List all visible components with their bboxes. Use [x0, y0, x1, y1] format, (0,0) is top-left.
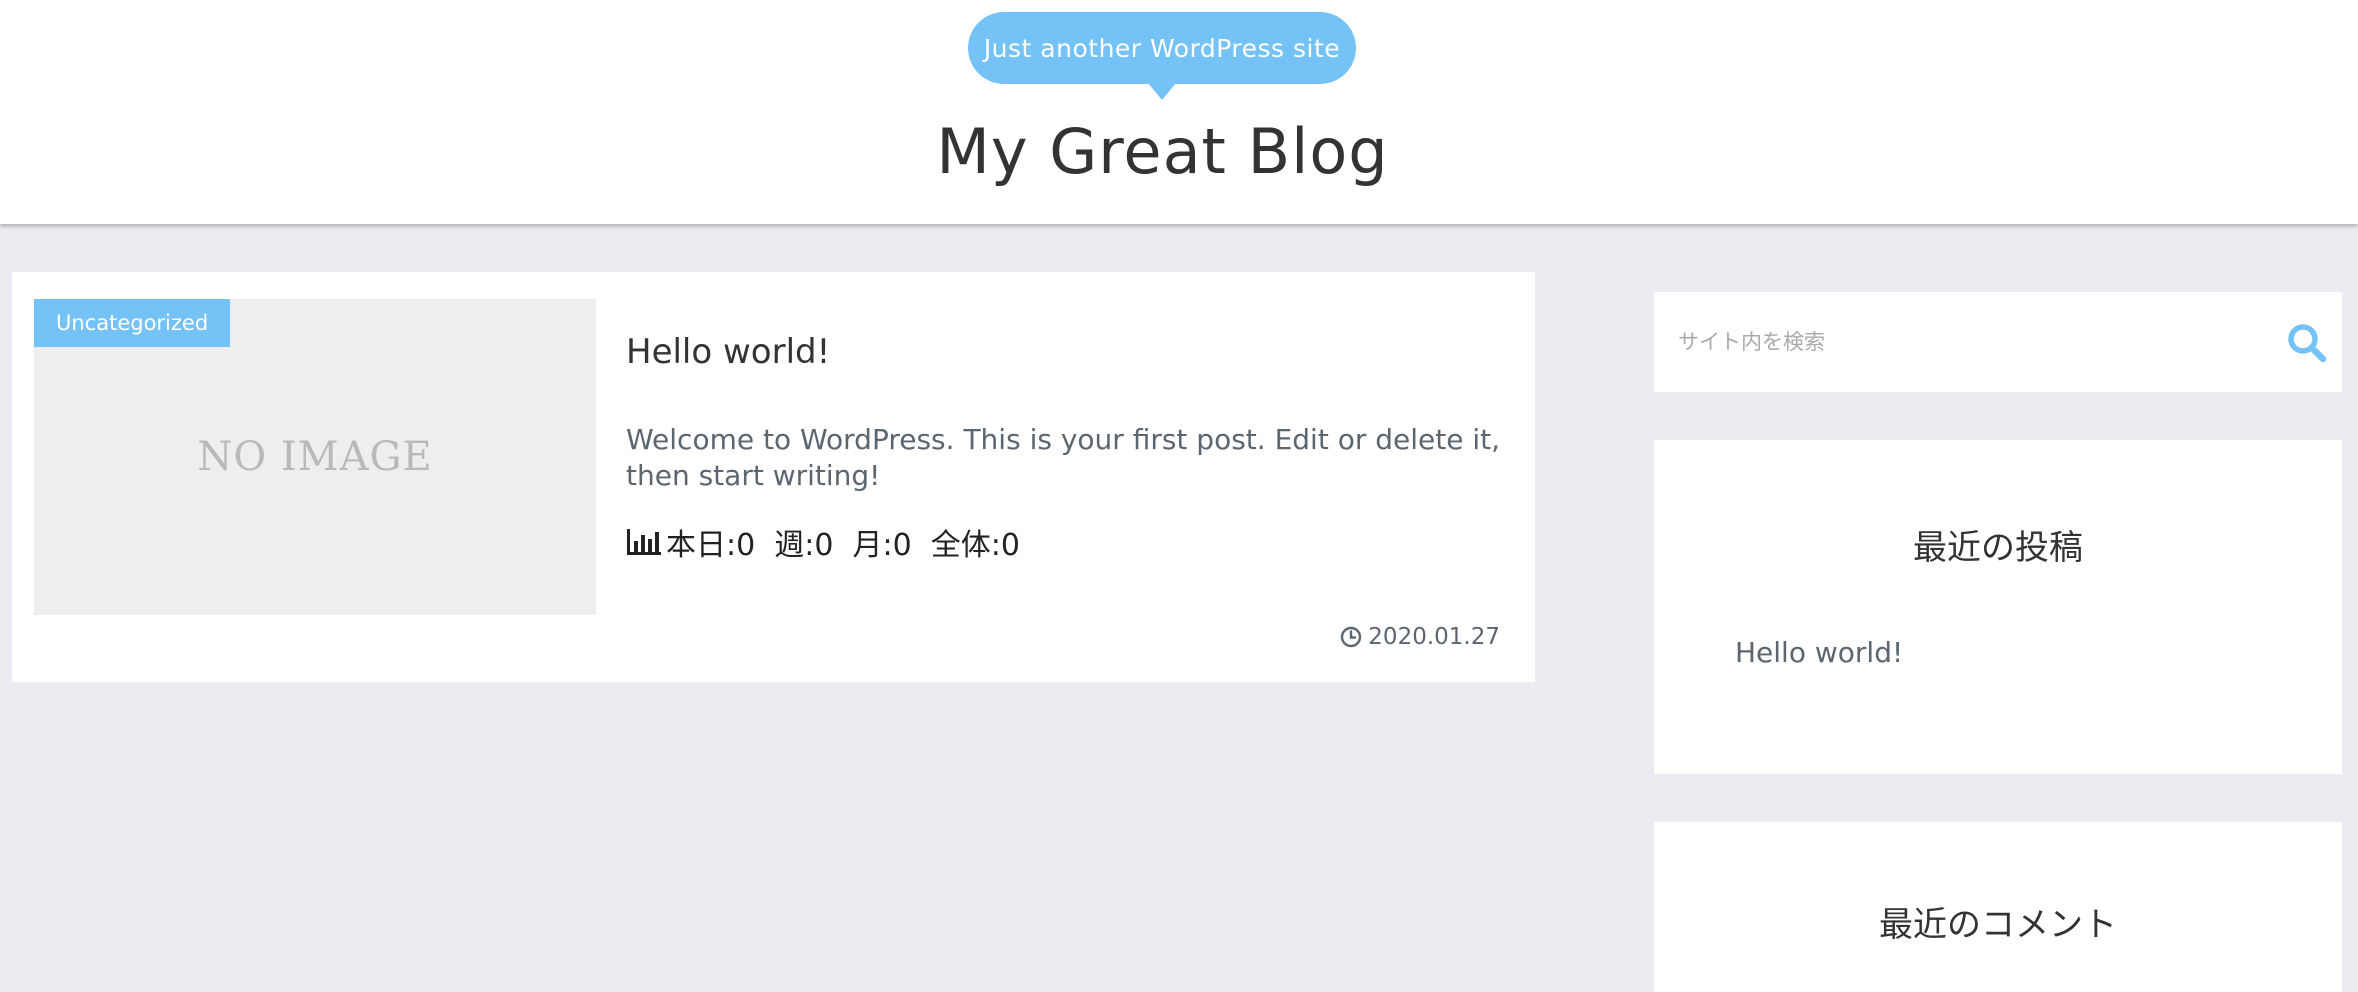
- post-thumbnail[interactable]: NO IMAGE Uncategorized: [34, 299, 596, 615]
- recent-posts-title: 最近の投稿: [1913, 528, 2083, 568]
- post-view-counts: 本日:0 週:0 月:0 全体:0: [626, 520, 1020, 564]
- post-date: 2020.01.27: [1340, 624, 1500, 650]
- post-date-text: 2020.01.27: [1368, 624, 1500, 650]
- recent-comments-widget: 最近のコメント: [1654, 822, 2342, 992]
- post-card[interactable]: NO IMAGE Uncategorized Hello world! Welc…: [12, 272, 1535, 682]
- recent-post-link[interactable]: Hello world!: [1735, 636, 1903, 669]
- site-tagline: Just another WordPress site: [968, 12, 1356, 100]
- category-badge[interactable]: Uncategorized: [34, 299, 231, 347]
- site-header: Just another WordPress site My Great Blo…: [0, 0, 2358, 224]
- search-icon: [2288, 324, 2327, 363]
- search-input[interactable]: [1654, 292, 2254, 392]
- post-title[interactable]: Hello world!: [626, 332, 830, 372]
- clock-icon: [1341, 626, 1362, 648]
- bar-chart-icon: [627, 529, 661, 555]
- site-tagline-text: Just another WordPress site: [983, 33, 1341, 63]
- site-title[interactable]: My Great Blog: [0, 112, 2325, 192]
- search-button[interactable]: [2286, 322, 2328, 364]
- search-form: [1654, 292, 2342, 392]
- post-view-counts-text: 本日:0 週:0 月:0 全体:0: [666, 528, 1020, 563]
- post-excerpt: Welcome to WordPress. This is your first…: [626, 423, 1501, 492]
- recent-posts-widget: 最近の投稿 Hello world!: [1654, 440, 2342, 774]
- recent-comments-title: 最近のコメント: [1879, 905, 2117, 945]
